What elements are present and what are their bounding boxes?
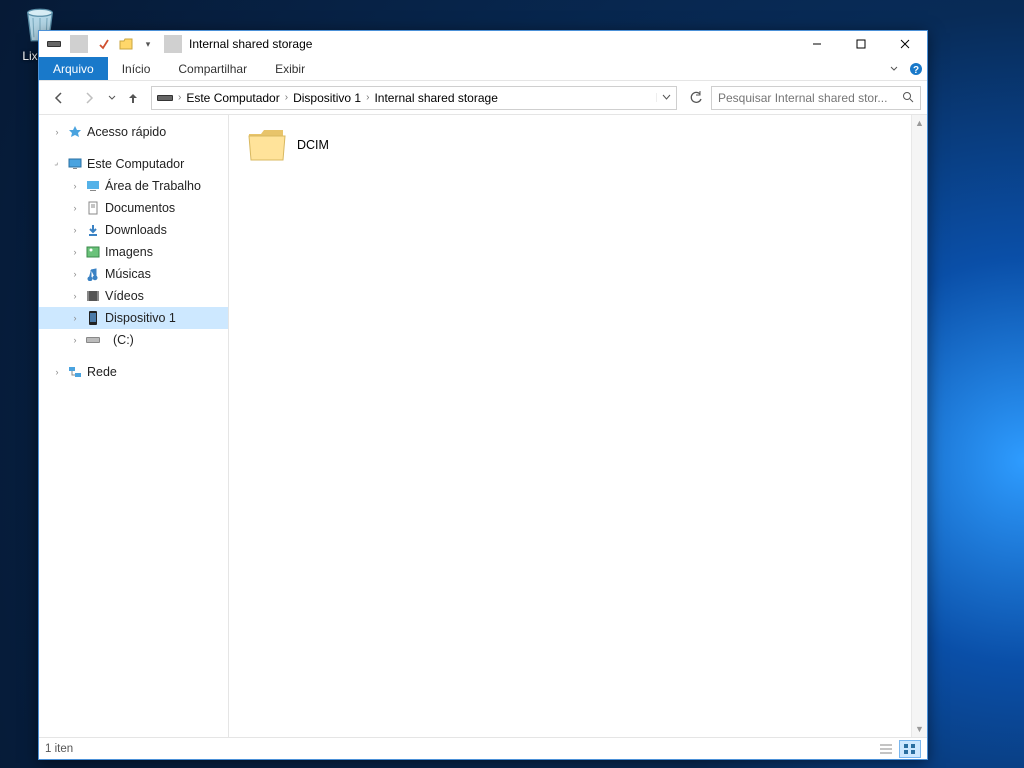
sidebar-item-label: Rede	[87, 365, 117, 379]
drive-icon	[85, 332, 101, 348]
sidebar-images[interactable]: › Imagens	[39, 241, 228, 263]
quick-access-toolbar: ▾	[45, 35, 185, 53]
chevron-right-icon[interactable]: ›	[69, 247, 81, 257]
tab-home[interactable]: Início	[108, 57, 165, 80]
sidebar-item-label: Downloads	[105, 223, 167, 237]
qat-folder-icon[interactable]	[117, 35, 135, 53]
sidebar-item-label: Área de Trabalho	[105, 179, 201, 193]
breadcrumb-location[interactable]: Internal shared storage	[369, 91, 502, 105]
breadcrumb-root[interactable]: Este Computador	[181, 91, 284, 105]
ribbon-collapse-icon[interactable]	[883, 57, 905, 80]
folder-icon	[247, 125, 287, 165]
sidebar-item-label: Vídeos	[105, 289, 144, 303]
forward-button[interactable]	[75, 85, 103, 111]
breadcrumb-device[interactable]: Dispositivo 1	[288, 91, 366, 105]
address-bar[interactable]: › Este Computador › Dispositivo 1 › Inte…	[151, 86, 677, 110]
search-input[interactable]	[712, 91, 896, 105]
monitor-icon	[67, 156, 83, 172]
chevron-right-icon[interactable]: ›	[69, 313, 81, 323]
tab-view[interactable]: Exibir	[261, 57, 319, 80]
sidebar-network[interactable]: › Rede	[39, 361, 228, 383]
sidebar-downloads[interactable]: › Downloads	[39, 219, 228, 241]
documents-icon	[85, 200, 101, 216]
status-item-count: 1 iten	[45, 743, 73, 755]
chevron-down-icon[interactable]: ›	[49, 156, 65, 172]
qat-properties-icon[interactable]	[95, 35, 113, 53]
sidebar-item-label: Acesso rápido	[87, 125, 166, 139]
sidebar-item-label: Este Computador	[87, 157, 184, 171]
sidebar-this-pc[interactable]: › Este Computador	[39, 153, 228, 175]
search-icon[interactable]	[896, 91, 920, 104]
view-icons-button[interactable]	[899, 740, 921, 758]
chevron-right-icon[interactable]: ›	[69, 225, 81, 235]
download-icon	[85, 222, 101, 238]
videos-icon	[85, 288, 101, 304]
sidebar-videos[interactable]: › Vídeos	[39, 285, 228, 307]
star-icon	[67, 124, 83, 140]
chevron-right-icon[interactable]: ›	[51, 127, 63, 137]
vertical-scrollbar[interactable]: ▲ ▼	[911, 115, 927, 737]
address-dropdown-icon[interactable]	[656, 93, 676, 102]
sidebar-item-label: Imagens	[105, 245, 153, 259]
sidebar-music[interactable]: › Músicas	[39, 263, 228, 285]
sidebar-item-label: (C:)	[113, 333, 134, 347]
desktop-icon	[85, 178, 101, 194]
qat-separator-2	[164, 35, 182, 53]
qat-dropdown-icon[interactable]: ▾	[139, 35, 157, 53]
sidebar-documents[interactable]: › Documentos	[39, 197, 228, 219]
help-button[interactable]: ?	[905, 57, 927, 80]
recent-locations-icon[interactable]	[105, 85, 119, 111]
sidebar-cdrive[interactable]: › (C:)	[39, 329, 228, 351]
sidebar-quick-access[interactable]: › Acesso rápido	[39, 121, 228, 143]
navigation-pane: › Acesso rápido › Este Computador › Área…	[39, 115, 229, 737]
status-bar: 1 iten	[39, 737, 927, 759]
navigation-bar: › Este Computador › Dispositivo 1 › Inte…	[39, 81, 927, 115]
sidebar-item-label: Músicas	[105, 267, 151, 281]
qat-separator	[70, 35, 88, 53]
phone-icon	[85, 310, 101, 326]
ribbon-tabs: Arquivo Início Compartilhar Exibir ?	[39, 57, 927, 81]
up-button[interactable]	[121, 85, 145, 111]
folder-label: DCIM	[297, 138, 329, 152]
minimize-button[interactable]	[795, 31, 839, 57]
folder-item-dcim[interactable]: DCIM	[239, 121, 337, 169]
device-icon	[45, 35, 63, 53]
file-list-pane[interactable]: DCIM ▲ ▼	[229, 115, 927, 737]
explorer-window: ▾ Internal shared storage Arquivo Início…	[38, 30, 928, 760]
tab-file[interactable]: Arquivo	[39, 57, 108, 80]
sidebar-device[interactable]: › Dispositivo 1	[39, 307, 228, 329]
chevron-right-icon[interactable]: ›	[69, 335, 81, 345]
window-controls	[795, 31, 927, 57]
tab-share[interactable]: Compartilhar	[164, 57, 261, 80]
chevron-right-icon[interactable]: ›	[51, 367, 63, 377]
search-box[interactable]	[711, 86, 921, 110]
maximize-button[interactable]	[839, 31, 883, 57]
network-icon	[67, 364, 83, 380]
pictures-icon	[85, 244, 101, 260]
breadcrumb-device-icon[interactable]	[152, 92, 178, 104]
sidebar-desktop[interactable]: › Área de Trabalho	[39, 175, 228, 197]
back-button[interactable]	[45, 85, 73, 111]
titlebar[interactable]: ▾ Internal shared storage	[39, 31, 927, 57]
scroll-up-icon[interactable]: ▲	[912, 115, 927, 131]
chevron-right-icon[interactable]: ›	[69, 291, 81, 301]
refresh-button[interactable]	[683, 86, 709, 110]
window-title: Internal shared storage	[189, 37, 795, 51]
scroll-down-icon[interactable]: ▼	[912, 721, 927, 737]
view-details-button[interactable]	[875, 740, 897, 758]
chevron-right-icon[interactable]: ›	[69, 181, 81, 191]
chevron-right-icon[interactable]: ›	[69, 269, 81, 279]
svg-text:?: ?	[913, 65, 919, 76]
music-icon	[85, 266, 101, 282]
close-button[interactable]	[883, 31, 927, 57]
sidebar-item-label: Documentos	[105, 201, 175, 215]
sidebar-item-label: Dispositivo 1	[105, 311, 176, 325]
chevron-right-icon[interactable]: ›	[69, 203, 81, 213]
